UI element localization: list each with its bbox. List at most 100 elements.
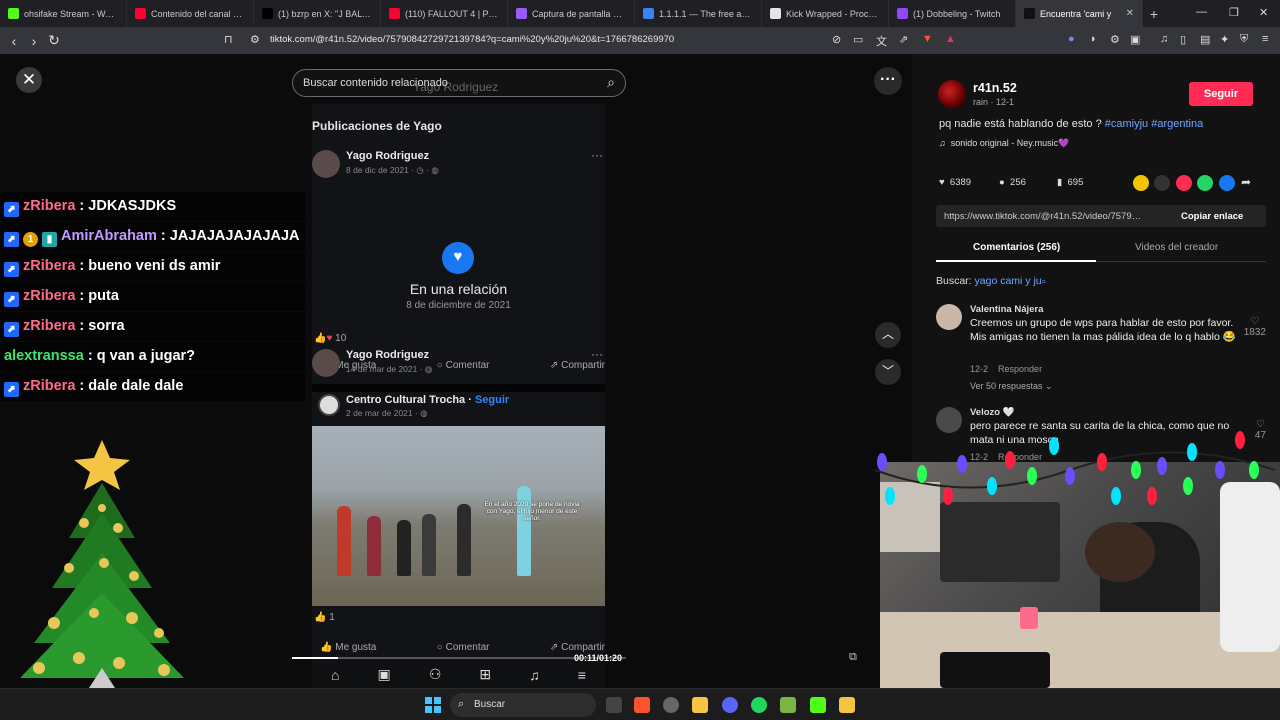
next-video-button[interactable]: ﹀ [875,359,901,385]
menu-icon[interactable]: ≡ [1262,33,1268,45]
tab-label: 1.1.1.1 — The free app tha [659,8,753,19]
sidebar-icon[interactable]: ▯ [1180,33,1186,46]
facebook-icon[interactable] [1219,175,1235,191]
translate-icon[interactable]: 文 [876,33,887,49]
chat-username[interactable]: zRibera [23,318,75,334]
wallet-icon[interactable]: ▤ [1200,33,1210,46]
taskbar-search[interactable]: ⌕ Buscar [450,693,596,717]
discord-icon[interactable] [722,697,738,713]
browser-tab[interactable]: Encuentra 'cami y ✕ [1016,0,1143,27]
spotify-icon[interactable] [751,697,767,713]
post-author: Yago Rodriguez [346,349,430,361]
extension-icon-4[interactable]: ⚙ [1110,33,1120,46]
chat-username[interactable]: alextranssa [4,348,84,364]
browser-tab[interactable]: (1) bzrp en X: "J BALVIN | [254,0,381,27]
chat-text: bueno veni ds amir [88,258,221,274]
chat-username[interactable]: zRibera [23,378,75,394]
more-share-icon[interactable]: ➦ [1241,175,1251,189]
reload-icon[interactable]: ↻ [44,32,64,49]
browser-tab[interactable]: Contenido del canal - You [127,0,254,27]
reply-button[interactable]: Responder [998,364,1042,374]
music-icon[interactable]: ♫ [1160,33,1168,45]
comment-like-button[interactable]: ♡ 1832 [1244,316,1266,338]
site-info-icon[interactable]: ⚙ [250,33,260,46]
tab-creator-videos[interactable]: Videos del creador [1135,242,1218,253]
chat-username[interactable]: zRibera [23,258,75,274]
extension-icon-5[interactable]: ▣ [1130,33,1140,46]
video-link[interactable]: https://www.tiktok.com/@r41n.52/video/75… [944,211,1144,222]
comment-button[interactable]: ● 256 [999,177,1026,188]
minimize-icon[interactable]: — [1196,6,1207,18]
like-button[interactable]: ♥ 6389 [939,177,971,188]
hashtag-link[interactable]: #argentina [1151,118,1203,130]
extension-icon-2[interactable]: ● [1068,33,1075,45]
browser-tab[interactable]: (110) FALLOUT 4 | PRIMER [381,0,508,27]
url-text[interactable]: tiktok.com/@r41n.52/video/75790842729721… [270,34,674,45]
vpn-icon[interactable]: ⛨ [1240,33,1248,46]
hashtag-link[interactable]: #camiyju [1105,118,1148,130]
browser-tab[interactable]: 1.1.1.1 — The free app tha [635,0,762,27]
minecraft-icon[interactable] [780,697,796,713]
sound-name: sonido original - Ney.music💜 [950,138,1070,148]
comment-author[interactable]: Valentina Nájera [970,304,1043,315]
file-explorer-icon[interactable] [692,697,708,713]
obs-icon[interactable] [663,697,679,713]
browser-tab[interactable]: Captura de pantalla por Li [508,0,635,27]
sound-link[interactable]: ♫ sonido original - Ney.music💜 [939,138,1069,149]
brave-shield-icon[interactable]: ▼ [922,33,933,45]
browser-tab[interactable]: Kick Wrapped - Processin [762,0,889,27]
close-tab-icon[interactable]: ✕ [1126,8,1134,19]
close-video-button[interactable]: ✕ [16,67,42,93]
chat-username[interactable]: zRibera [23,288,75,304]
store-icon[interactable] [839,697,855,713]
post-menu-icon: ··· [591,148,603,162]
avatar[interactable] [936,304,962,330]
brave-rewards-icon[interactable]: ▲ [945,33,956,45]
pip-icon[interactable]: ⧉ [849,651,865,667]
chat-username[interactable]: zRibera [23,198,75,214]
view-replies-button[interactable]: Ver 50 respuestas ⌄ [970,381,1053,392]
windows-start-icon[interactable] [425,697,441,713]
maximize-icon[interactable]: ❐ [1229,6,1239,19]
follow-button[interactable]: Seguir [1189,82,1253,106]
author-name[interactable]: r41n.52 [973,81,1017,95]
chat-separator: : [75,198,89,214]
copy-link-button[interactable]: Copiar enlace [1181,211,1243,222]
christmas-tree-image [20,440,184,688]
comment-label: Comentar [445,642,490,653]
kick-icon[interactable] [810,697,826,713]
chat-username[interactable]: AmirAbraham [61,228,157,244]
browser-tab[interactable]: (1) Dobbeling - Twitch [889,0,1016,27]
extension-icon-3[interactable]: ◗ [1090,33,1097,45]
previous-video-button[interactable]: ︿ [875,322,901,348]
back-icon[interactable]: ‹ [4,33,24,49]
ai-icon[interactable]: ✦ [1220,33,1229,46]
comment-author[interactable]: Velozo 🤍 [970,407,1015,418]
whatsapp-icon[interactable] [1197,175,1213,191]
forward-icon[interactable]: › [24,33,44,49]
more-options-button[interactable]: ··· [874,67,902,95]
browser-tab[interactable]: ohsifake Stream - Watch L [0,0,127,27]
brave-browser-icon[interactable] [634,697,650,713]
tab-comments[interactable]: Comentarios (256) [973,242,1060,253]
video-description: pq nadie está hablando de esto ? #camiyj… [939,118,1203,130]
cast-icon[interactable]: ▭ [853,33,863,46]
save-button[interactable]: ▮ 695 [1057,177,1083,188]
bookmark-icon[interactable]: ⊓ [224,33,233,46]
task-view-icon[interactable] [606,697,622,713]
author-avatar[interactable] [938,80,966,108]
embed-icon[interactable] [1154,175,1170,191]
extension-icon[interactable]: ⊘ [832,33,841,46]
share-icon[interactable]: ⇗ [899,33,908,46]
search-icon[interactable]: ⌕ [607,74,615,91]
emoji-share-icon[interactable] [1133,175,1149,191]
chat-message: ⬈ zRibera : JDKASJDKS [0,192,305,221]
related-search-input[interactable]: Yago Rodriguez Buscar contenido relacion… [292,69,626,97]
comment-search[interactable]: Buscar: yago cami y ju⌕ [936,275,1046,287]
chat-text: puta [88,288,119,304]
new-tab-button[interactable]: + [1143,6,1165,22]
video-player[interactable]: Publicaciones de Yago Yago Rodriguez 8 d… [312,104,605,716]
close-window-icon[interactable]: ✕ [1259,6,1268,19]
send-icon[interactable] [1176,175,1192,191]
comment-search-query[interactable]: yago cami y ju [975,275,1042,287]
